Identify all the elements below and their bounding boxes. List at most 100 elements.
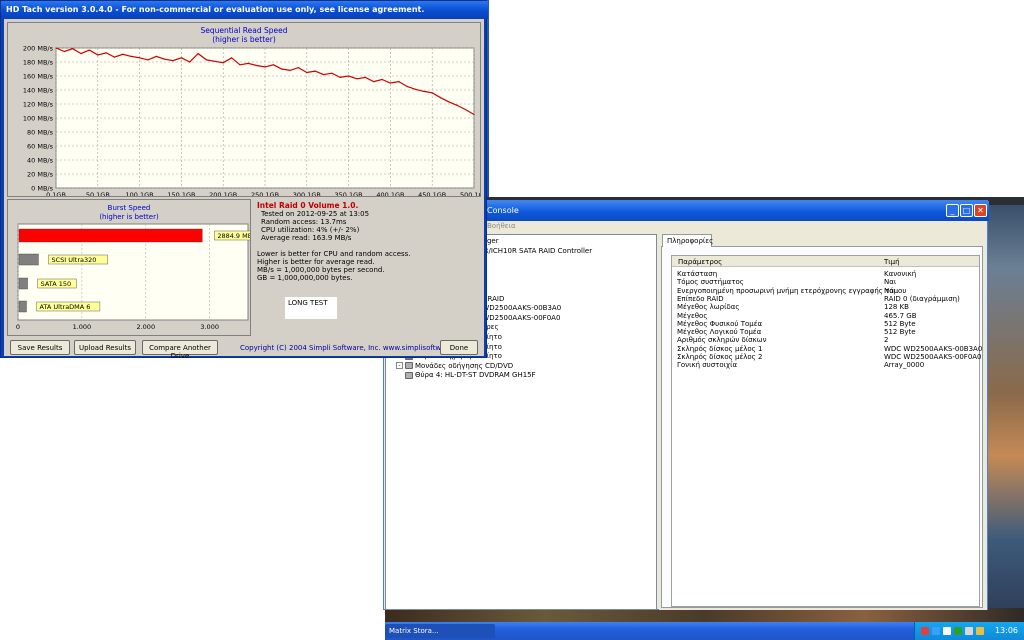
y-tick-label: 60 MB/s <box>27 143 54 151</box>
desktop-wallpaper-bottom <box>385 608 1024 622</box>
x-tick-label: 350,1GB <box>335 191 363 196</box>
read-speed-point <box>414 88 417 90</box>
read-speed-point <box>256 64 258 67</box>
read-speed-point <box>97 54 99 56</box>
maximize-button[interactable]: □ <box>960 204 973 217</box>
read-speed-point <box>448 101 450 103</box>
result-lines: Tested on 2012-09-25 at 13:05 Random acce… <box>261 210 369 242</box>
burst-bar <box>18 228 203 243</box>
x-tick-label: 200,1GB <box>209 191 237 196</box>
copyright-link[interactable]: Copyright (C) 2004 Simpli Software, Inc.… <box>240 344 470 352</box>
compare-drive-button[interactable]: Compare Another Drive <box>142 340 218 360</box>
read-speed-point <box>113 56 116 58</box>
menu-help[interactable]: Βοήθεια <box>487 222 516 230</box>
sequential-chart-panel: Sequential Read Speed (higher is better)… <box>7 22 481 197</box>
property-name: Γονική συστοιχία <box>677 361 738 370</box>
tray-icon-volume[interactable] <box>943 627 951 635</box>
y-tick-label: 120 MB/s <box>23 101 54 109</box>
burst-bar <box>18 300 27 313</box>
y-tick-label: 80 MB/s <box>27 129 54 137</box>
x-tick-label: 150,1GB <box>167 191 195 196</box>
result-line: Average read: 163.9 MB/s <box>261 234 352 242</box>
close-button[interactable]: ✕ <box>974 204 987 217</box>
property-name: Κατάσταση <box>677 270 718 278</box>
property-name: Μέγεθος <box>677 311 708 320</box>
read-speed-point <box>339 76 341 78</box>
read-speed-point <box>423 90 425 92</box>
read-speed-point <box>205 59 208 61</box>
read-speed-point <box>155 55 157 58</box>
clock: 13:06 <box>994 626 1018 635</box>
tree-item[interactable]: - Μονάδες οδήγησης CD/DVD <box>396 362 513 370</box>
x-tick-label: 500,1GB <box>460 191 480 196</box>
column-parameter[interactable]: Παράμετρος <box>678 258 722 266</box>
minimize-button[interactable]: _ <box>946 204 959 217</box>
long-test-box: LONG TEST <box>285 297 337 319</box>
properties-header: Παράμετρος Τιμή <box>672 256 979 267</box>
result-line: Random access: 13.7ms <box>261 218 347 226</box>
tray-icon-misc[interactable] <box>976 627 984 635</box>
burst-chart: Burst Speed (higher is better) 0 1.000 2.0… <box>16 204 250 331</box>
burst-bar <box>18 253 39 266</box>
tree-item[interactable]: Θύρα 4: HL-DT-ST DVDRAM GH15F <box>405 371 536 379</box>
properties-area: Παράμετρος Τιμή Κατάσταση Κανονική Τόμος σ… <box>661 246 983 608</box>
property-name: Μέγεθος Λογικού Τομέα <box>677 328 762 337</box>
burst-bar-label: ATA UltraDMA 6 <box>39 303 90 311</box>
upload-results-button[interactable]: Upload Results <box>74 340 136 355</box>
read-speed-point <box>172 60 174 62</box>
y-tick-label: 140 MB/s <box>23 87 54 95</box>
tray-icon-network[interactable] <box>932 627 940 635</box>
read-speed-point <box>456 104 458 106</box>
read-speed-point <box>197 53 199 55</box>
x-tick-label: 300,1GB <box>293 191 321 196</box>
burst-bar-label: SATA 150 <box>41 280 72 288</box>
tree-expander-icon[interactable]: - <box>396 362 403 370</box>
read-speed-point <box>297 67 300 69</box>
property-name: Σκληρός δίσκος μέλος 1 <box>677 344 763 353</box>
read-speed-point <box>473 113 475 116</box>
x-tick-label: 0,1GB <box>46 191 66 196</box>
burst-subtitle: (higher is better) <box>99 213 159 221</box>
property-value: WDC WD2500AAKS-00F0A0 <box>884 353 982 361</box>
chart-subtitle: (higher is better) <box>212 35 276 44</box>
y-tick-label: 200 MB/s <box>23 45 54 53</box>
taskbar-button-matrix-storage[interactable]: Matrix Stora... <box>385 624 495 638</box>
cd-icon <box>405 362 413 370</box>
burst-x-tick-label: 1.000 <box>73 323 92 331</box>
read-speed-point <box>465 109 467 111</box>
property-name: Αριθμός σκληρών δίσκων <box>677 336 767 345</box>
property-value: Array_0000 <box>884 361 925 370</box>
sequential-chart: Sequential Read Speed (higher is better)… <box>23 26 480 196</box>
burst-bar <box>18 277 28 290</box>
property-value: Κανονική <box>884 270 917 278</box>
tray-icon-storage[interactable] <box>954 627 962 635</box>
burst-bar-label: SCSI Ultra320 <box>51 256 96 264</box>
read-speed-point <box>180 57 182 59</box>
read-speed-point <box>356 78 358 80</box>
read-speed-point <box>322 74 325 76</box>
done-button[interactable]: Done <box>440 340 478 355</box>
burst-x-tick-label: 3.000 <box>200 323 219 331</box>
read-speed-point <box>139 57 141 59</box>
read-speed-point <box>281 68 283 70</box>
chart-title: Sequential Read Speed <box>200 26 287 35</box>
read-speed-point <box>348 75 350 77</box>
property-name: Τόμος συστήματος <box>677 278 744 287</box>
tray-icon-display[interactable] <box>965 627 973 635</box>
burst-value-label: 2884.9 MB/s <box>217 232 250 240</box>
x-tick-label: 50,1GB <box>86 191 110 196</box>
tree-item-label: Θύρα 4: HL-DT-ST DVDRAM GH15F <box>415 371 536 380</box>
property-name: Μέγεθος λωρίδας <box>677 303 740 312</box>
x-tick-label: 400,1GB <box>376 191 404 196</box>
y-tick-label: 40 MB/s <box>27 157 54 165</box>
tray-icon-shield[interactable] <box>921 627 929 635</box>
note-line: GB = 1,000,000,000 bytes. <box>257 274 353 282</box>
column-value[interactable]: Τιμή <box>884 258 900 266</box>
property-name: Ενεργοποιημένη προσωρινή μνήμη ετερόχρον… <box>677 286 907 295</box>
hdtach-titlebar[interactable]: HD Tach version 3.0.4.0 - For non-commer… <box>1 1 488 19</box>
y-tick-label: 160 MB/s <box>23 73 54 81</box>
info-panel: Παράμετρος Τιμή Κατάσταση Κανονική Τόμος σ… <box>659 234 987 610</box>
tab-information[interactable]: Πληροφορίες <box>662 234 713 247</box>
save-results-button[interactable]: Save Results <box>10 340 70 355</box>
note-line: Lower is better for CPU and random acces… <box>257 250 411 258</box>
